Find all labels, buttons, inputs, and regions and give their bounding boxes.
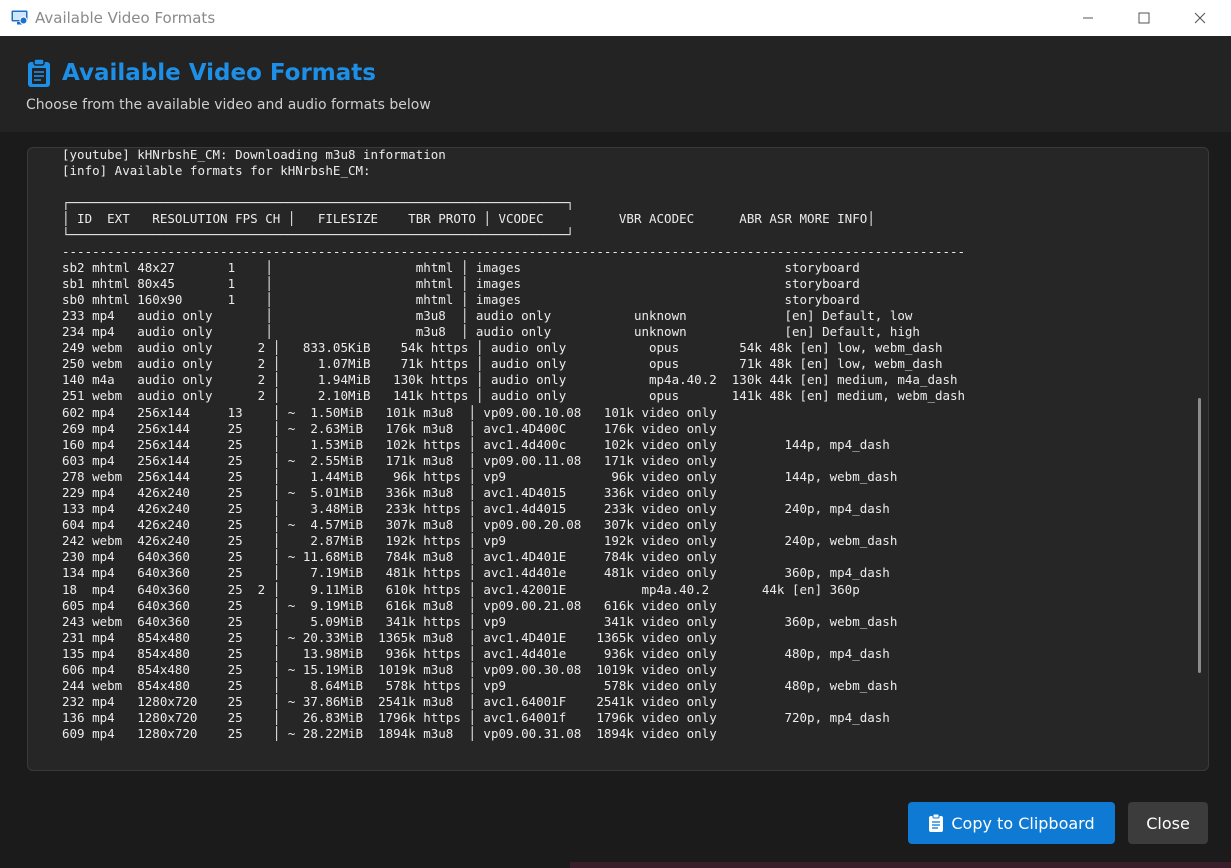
background-strip <box>570 862 1231 868</box>
minimize-icon <box>1083 17 1093 19</box>
close-icon <box>1194 12 1206 24</box>
minimize-button[interactable] <box>1065 0 1111 36</box>
page-title: Available Video Formats <box>62 60 376 86</box>
maximize-button[interactable] <box>1121 0 1167 36</box>
close-button[interactable]: Close <box>1128 802 1208 844</box>
dialog-header: Available Video Formats Choose from the … <box>0 36 1231 132</box>
formats-output-text[interactable]: [youtube] kHNrbshE_CM: Downloading m3u8 … <box>62 148 965 742</box>
formats-output-panel[interactable]: [youtube] kHNrbshE_CM: Downloading m3u8 … <box>27 147 1209 771</box>
page-subtitle: Choose from the available video and audi… <box>26 97 431 113</box>
clipboard-icon <box>929 813 944 832</box>
app-icon <box>11 10 28 25</box>
copy-button-label: Copy to Clipboard <box>951 813 1095 833</box>
window-title: Available Video Formats <box>35 9 216 27</box>
close-window-button[interactable] <box>1177 0 1223 36</box>
window-titlebar: Available Video Formats <box>0 0 1231 36</box>
copy-to-clipboard-button[interactable]: Copy to Clipboard <box>908 802 1115 844</box>
maximize-icon <box>1138 12 1150 24</box>
scrollbar-thumb[interactable] <box>1198 398 1201 673</box>
close-button-label: Close <box>1146 813 1190 833</box>
clipboard-icon <box>28 58 50 87</box>
